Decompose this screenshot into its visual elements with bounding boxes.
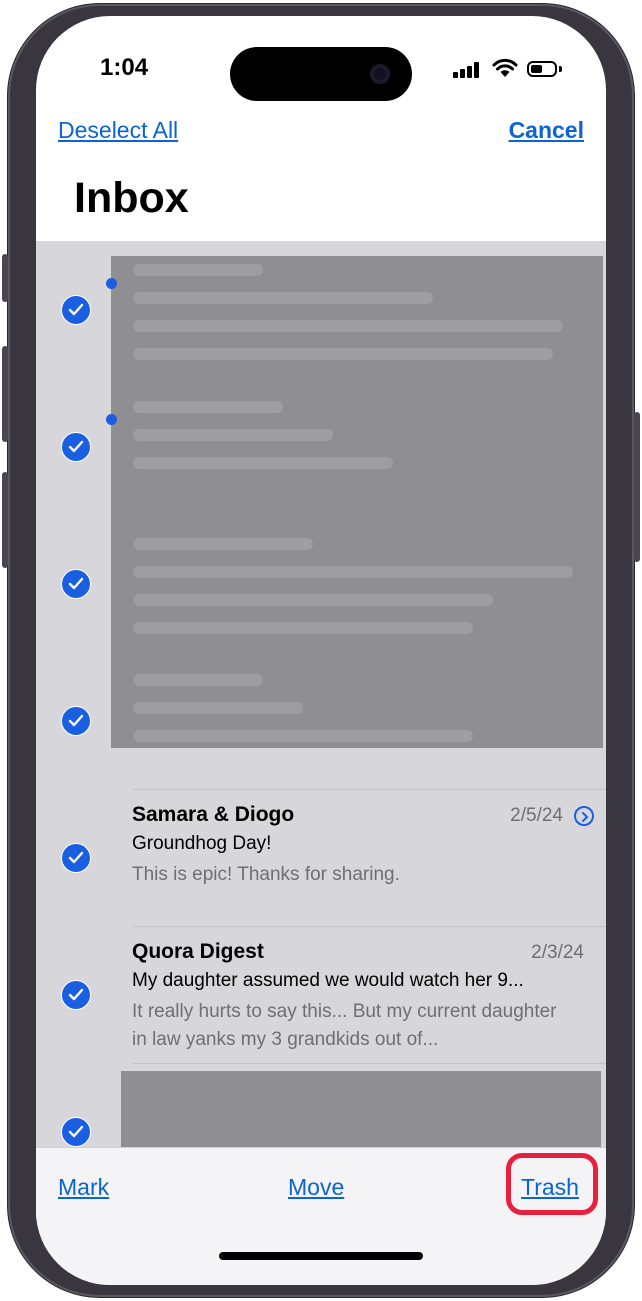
trash-highlight-box [506, 1153, 598, 1215]
selected-checkmark-icon[interactable] [61, 980, 91, 1010]
list-item[interactable] [36, 515, 606, 652]
message-sender: Samara & Diogo [132, 803, 295, 826]
selected-checkmark-icon[interactable] [61, 295, 91, 325]
move-button[interactable]: Move [288, 1174, 344, 1201]
thread-chevron-icon[interactable] [574, 806, 594, 826]
row-separator [133, 789, 606, 790]
list-item[interactable] [36, 241, 606, 378]
selected-checkmark-icon[interactable] [61, 1117, 91, 1147]
row-separator [133, 1063, 606, 1064]
battery-cap [559, 66, 562, 72]
message-list: Samara & Diogo 2/5/24 Groundhog Day! Thi… [36, 241, 606, 1147]
battery-icon [527, 61, 557, 77]
message-row[interactable]: Quora Digest 2/3/24 My daughter assumed … [36, 926, 606, 1063]
mark-button[interactable]: Mark [58, 1174, 109, 1201]
cellular-signal-icon [453, 62, 483, 78]
dynamic-island [230, 47, 412, 101]
action-button [2, 254, 8, 302]
power-button [634, 412, 640, 562]
message-date: 2/3/24 [531, 942, 584, 963]
volume-up-button [2, 346, 8, 442]
blurred-message [121, 1071, 601, 1147]
selected-checkmark-icon[interactable] [61, 706, 91, 736]
message-date: 2/5/24 [510, 805, 563, 826]
home-indicator[interactable] [219, 1252, 423, 1260]
list-item[interactable] [36, 652, 606, 789]
selected-checkmark-icon[interactable] [61, 432, 91, 462]
camera-icon [370, 64, 390, 84]
status-time: 1:04 [100, 54, 149, 81]
message-sender: Quora Digest [132, 940, 264, 963]
screen: 1:04 Deselect All Cancel Inbox Samara & … [36, 16, 606, 1285]
volume-down-button [2, 472, 8, 568]
message-preview: This is epic! Thanks for sharing. [132, 864, 400, 885]
message-preview: It really hurts to say this... But my cu… [132, 1001, 557, 1050]
deselect-all-button[interactable]: Deselect All [58, 117, 178, 144]
selected-checkmark-icon[interactable] [61, 569, 91, 599]
message-subject: My daughter assumed we would watch her 9… [132, 970, 524, 991]
list-item[interactable] [36, 378, 606, 515]
page-title: Inbox [74, 174, 189, 222]
selected-checkmark-icon[interactable] [61, 843, 91, 873]
cancel-button[interactable]: Cancel [509, 117, 584, 144]
row-separator [133, 926, 606, 927]
message-row[interactable]: Samara & Diogo 2/5/24 Groundhog Day! Thi… [36, 789, 606, 926]
wifi-icon [492, 58, 518, 77]
message-subject: Groundhog Day! [132, 833, 272, 854]
bottom-toolbar: Mark Move Trash [36, 1147, 606, 1285]
